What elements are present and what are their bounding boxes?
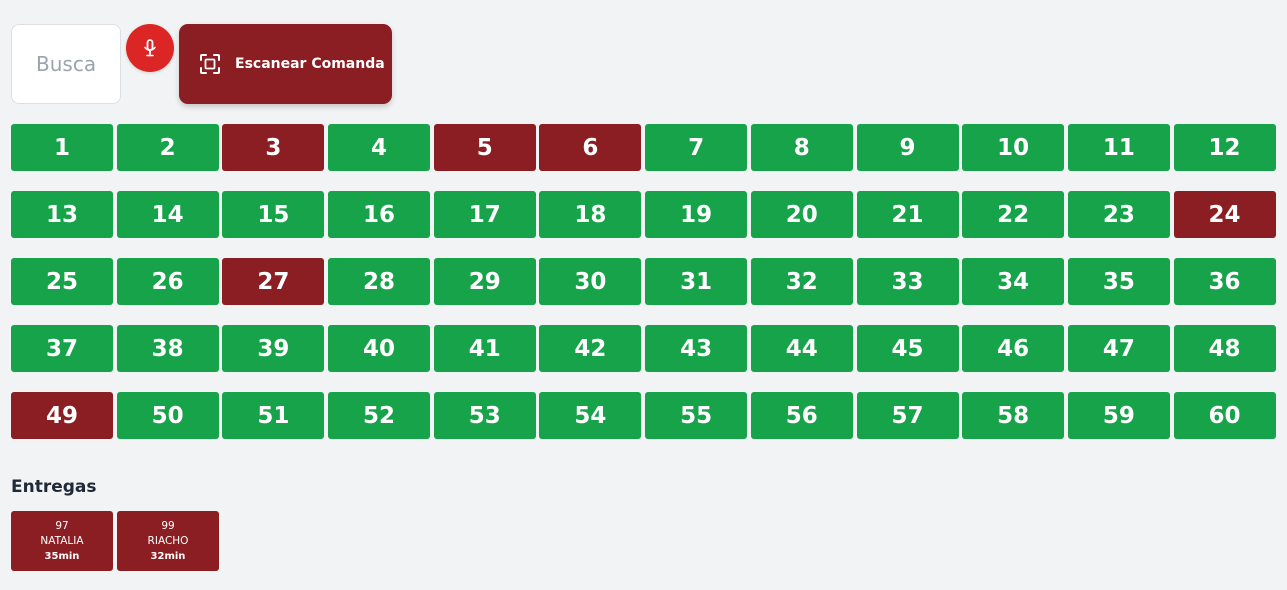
table-button-40[interactable]: 40 <box>328 325 431 372</box>
delivery-card[interactable]: 97 NATALIA 35min <box>11 511 113 571</box>
table-button-12[interactable]: 12 <box>1173 124 1276 171</box>
search-input[interactable] <box>11 24 121 104</box>
table-button-39[interactable]: 39 <box>222 325 325 372</box>
table-grid: 1 2 3 4 5 6 7 8 9 10 11 12 13 14 15 16 17 18 19 20 21 22 23 24 2… <box>11 124 1276 439</box>
table-button-20[interactable]: 20 <box>750 191 853 238</box>
toolbar: Escanear Comanda <box>11 24 1276 104</box>
delivery-card[interactable]: 99 RIACHO 32min <box>117 511 219 571</box>
table-button-26[interactable]: 26 <box>116 258 219 305</box>
table-button-33[interactable]: 33 <box>856 258 959 305</box>
table-button-58[interactable]: 58 <box>962 392 1065 439</box>
table-button-37[interactable]: 37 <box>11 325 113 372</box>
table-button-60[interactable]: 60 <box>1173 392 1276 439</box>
table-button-16[interactable]: 16 <box>328 191 431 238</box>
table-button-42[interactable]: 42 <box>539 325 642 372</box>
table-button-53[interactable]: 53 <box>433 392 536 439</box>
scan-order-label: Escanear Comanda <box>235 56 385 72</box>
table-button-19[interactable]: 19 <box>645 191 748 238</box>
table-button-47[interactable]: 47 <box>1067 325 1170 372</box>
table-button-1[interactable]: 1 <box>11 124 113 171</box>
table-button-29[interactable]: 29 <box>433 258 536 305</box>
scan-frame-icon <box>199 53 221 75</box>
table-button-10[interactable]: 10 <box>962 124 1065 171</box>
delivery-elapsed-time: 35min <box>44 550 80 562</box>
table-button-41[interactable]: 41 <box>433 325 536 372</box>
table-button-27[interactable]: 27 <box>222 258 325 305</box>
table-button-38[interactable]: 38 <box>116 325 219 372</box>
delivery-number: 99 <box>161 519 175 532</box>
table-button-52[interactable]: 52 <box>328 392 431 439</box>
delivery-number: 97 <box>55 519 69 532</box>
table-button-46[interactable]: 46 <box>962 325 1065 372</box>
table-button-24[interactable]: 24 <box>1173 191 1276 238</box>
table-button-28[interactable]: 28 <box>328 258 431 305</box>
table-button-43[interactable]: 43 <box>645 325 748 372</box>
table-button-56[interactable]: 56 <box>750 392 853 439</box>
delivery-elapsed-time: 32min <box>150 550 186 562</box>
table-button-54[interactable]: 54 <box>539 392 642 439</box>
table-button-51[interactable]: 51 <box>222 392 325 439</box>
table-button-4[interactable]: 4 <box>328 124 431 171</box>
table-button-3[interactable]: 3 <box>222 124 325 171</box>
table-button-44[interactable]: 44 <box>750 325 853 372</box>
table-button-59[interactable]: 59 <box>1067 392 1170 439</box>
voice-search-button[interactable] <box>126 24 174 72</box>
deliveries-title: Entregas <box>11 477 97 497</box>
scan-order-button[interactable]: Escanear Comanda <box>179 24 392 104</box>
table-button-31[interactable]: 31 <box>645 258 748 305</box>
table-button-30[interactable]: 30 <box>539 258 642 305</box>
table-button-18[interactable]: 18 <box>539 191 642 238</box>
table-button-14[interactable]: 14 <box>116 191 219 238</box>
table-button-13[interactable]: 13 <box>11 191 113 238</box>
table-button-15[interactable]: 15 <box>222 191 325 238</box>
table-button-8[interactable]: 8 <box>750 124 853 171</box>
table-button-5[interactable]: 5 <box>433 124 536 171</box>
table-button-2[interactable]: 2 <box>116 124 219 171</box>
table-button-6[interactable]: 6 <box>539 124 642 171</box>
table-button-35[interactable]: 35 <box>1067 258 1170 305</box>
table-button-50[interactable]: 50 <box>116 392 219 439</box>
table-button-34[interactable]: 34 <box>962 258 1065 305</box>
table-button-22[interactable]: 22 <box>962 191 1065 238</box>
table-button-48[interactable]: 48 <box>1173 325 1276 372</box>
table-button-7[interactable]: 7 <box>645 124 748 171</box>
table-button-55[interactable]: 55 <box>645 392 748 439</box>
table-button-45[interactable]: 45 <box>856 325 959 372</box>
table-button-11[interactable]: 11 <box>1067 124 1170 171</box>
deliveries-list: 97 NATALIA 35min 99 RIACHO 32min <box>11 511 1276 571</box>
table-button-25[interactable]: 25 <box>11 258 113 305</box>
table-button-9[interactable]: 9 <box>856 124 959 171</box>
table-button-36[interactable]: 36 <box>1173 258 1276 305</box>
table-button-21[interactable]: 21 <box>856 191 959 238</box>
table-button-57[interactable]: 57 <box>856 392 959 439</box>
page: Escanear Comanda 12345678910111213141516… <box>0 0 1287 590</box>
delivery-customer-name: NATALIA <box>40 534 84 547</box>
table-button-23[interactable]: 23 <box>1067 191 1170 238</box>
table-button-32[interactable]: 32 <box>750 258 853 305</box>
microphone-icon <box>143 39 157 57</box>
table-button-49[interactable]: 49 <box>11 392 113 439</box>
delivery-customer-name: RIACHO <box>147 534 189 547</box>
table-button-17[interactable]: 17 <box>433 191 536 238</box>
